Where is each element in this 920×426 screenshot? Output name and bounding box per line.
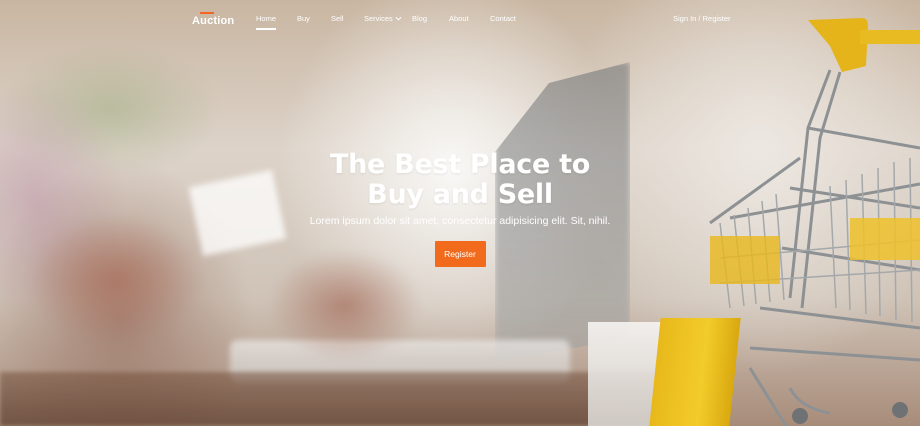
hero-section: Auction Home Buy Sell Services Blog Abou… xyxy=(0,0,920,426)
chevron-down-icon[interactable] xyxy=(395,15,402,22)
register-button[interactable]: Register xyxy=(434,241,486,267)
top-navbar: Auction Home Buy Sell Services Blog Abou… xyxy=(0,0,920,40)
logo-accent-bar xyxy=(200,12,214,14)
nav-item-buy[interactable]: Buy xyxy=(297,14,310,23)
hero-title-line-1: The Best Place to xyxy=(330,149,590,180)
background-photo-table xyxy=(0,372,700,426)
hero-subtitle: Lorem ipsum dolor sit amet, consectetur … xyxy=(309,215,611,227)
nav-active-indicator xyxy=(256,28,276,30)
hero-title-line-2: Buy and Sell xyxy=(367,179,553,210)
nav-item-about[interactable]: About xyxy=(449,14,469,23)
hero-title: The Best Place to Buy and Sell xyxy=(0,150,920,210)
background-photo-keyboard xyxy=(230,340,570,382)
nav-item-home[interactable]: Home xyxy=(256,14,276,23)
background-photo-shopping-bag xyxy=(649,318,741,426)
nav-item-sell[interactable]: Sell xyxy=(331,14,344,23)
nav-item-services[interactable]: Services xyxy=(364,14,393,23)
sign-in-register-link[interactable]: Sign In / Register xyxy=(673,14,731,23)
background-photo-boxes xyxy=(588,322,688,426)
nav-item-blog[interactable]: Blog xyxy=(412,14,427,23)
hero-content: The Best Place to Buy and Sell Lorem ips… xyxy=(0,150,920,267)
nav-item-contact[interactable]: Contact xyxy=(490,14,516,23)
brand-logo[interactable]: Auction xyxy=(192,15,234,27)
